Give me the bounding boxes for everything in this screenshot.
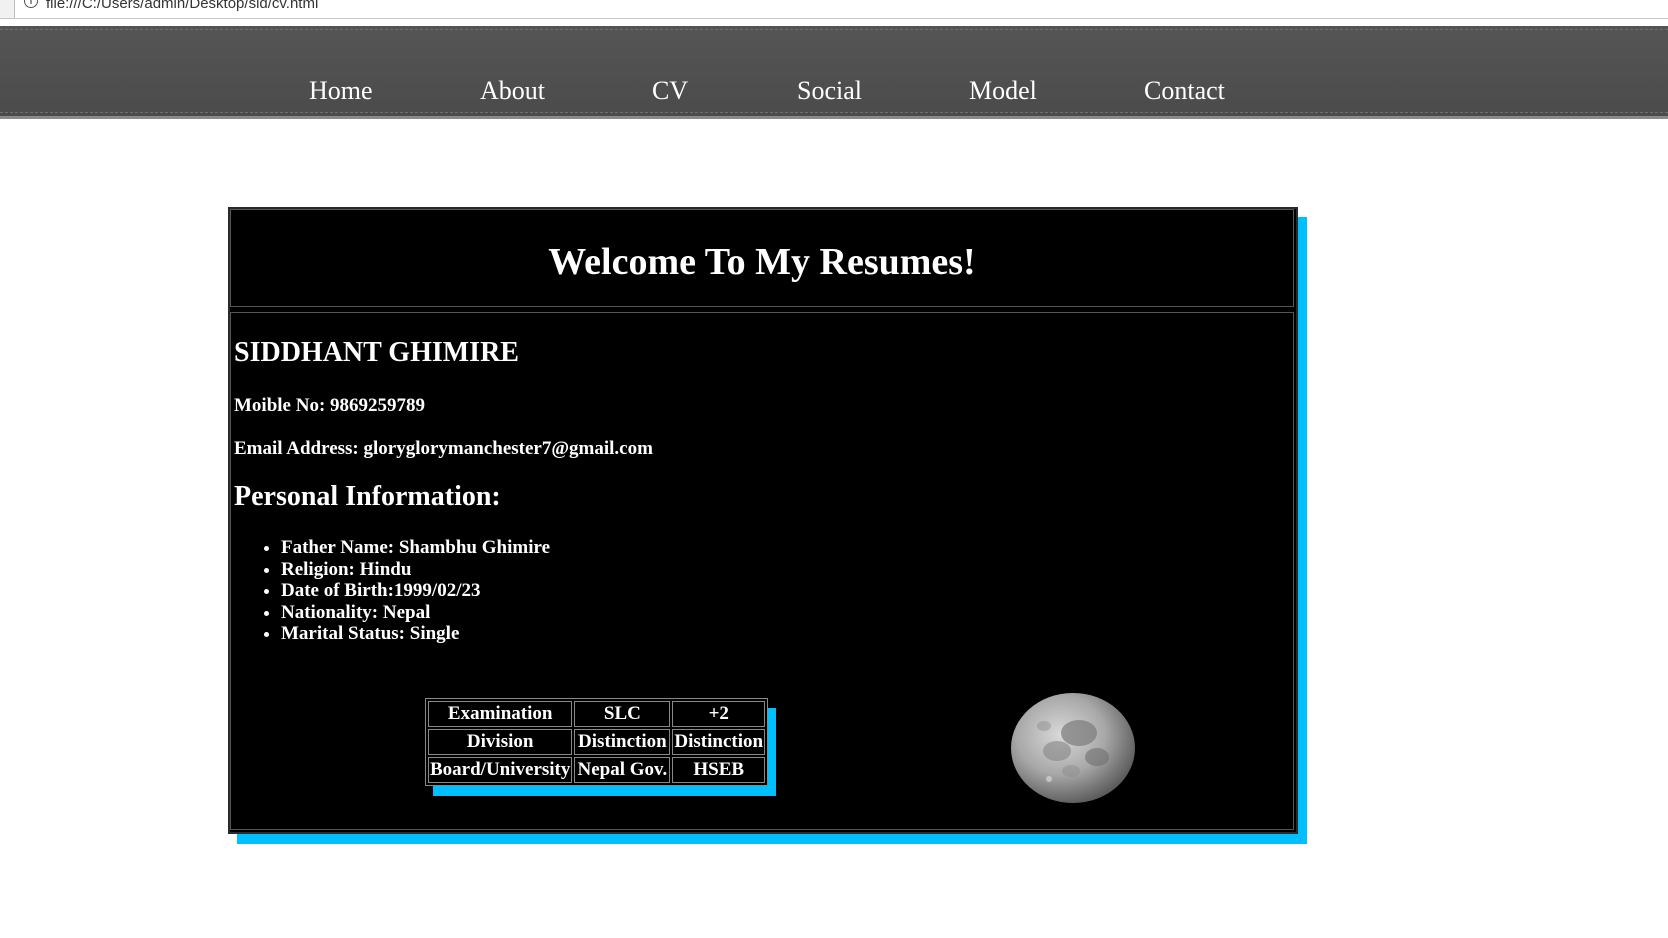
list-item: Marital Status: Single <box>281 623 550 645</box>
table-cell: Distinction <box>672 729 766 755</box>
list-item: Date of Birth:1999/02/23 <box>281 580 550 602</box>
nav-home-link[interactable]: Home <box>309 76 373 106</box>
table-cell: Nepal Gov. <box>574 757 671 783</box>
list-item: Religion: Hindu <box>281 559 550 581</box>
table-cell: Distinction <box>574 729 671 755</box>
person-name: SIDDHANT GHIMIRE <box>234 337 519 368</box>
list-item: Nationality: Nepal <box>281 602 550 624</box>
table-cell: Board/University <box>428 757 573 783</box>
resume-panel: Welcome To My Resumes! SIDDHANT GHIMIRE … <box>228 207 1298 834</box>
table-cell: +2 <box>672 701 766 727</box>
browser-address-bar[interactable]: i file:///C:/Users/admin/Desktop/sid/cv.… <box>0 0 1668 19</box>
table-cell: HSEB <box>672 757 766 783</box>
page-title: Welcome To My Resumes! <box>548 241 976 283</box>
table-row: Examination SLC +2 <box>428 701 766 727</box>
nav-contact-link[interactable]: Contact <box>1144 76 1225 106</box>
address-bar-edge <box>0 0 15 18</box>
nav-about-link[interactable]: About <box>480 76 545 106</box>
table-cell: Division <box>428 729 573 755</box>
url-text[interactable]: file:///C:/Users/admin/Desktop/sid/cv.ht… <box>46 0 318 12</box>
nav-social-link[interactable]: Social <box>797 76 862 106</box>
moon-image <box>1011 693 1135 803</box>
info-icon[interactable]: i <box>24 0 38 8</box>
navigation-bar: Home About CV Social Model Contact <box>0 26 1668 119</box>
table-cell: Examination <box>428 701 573 727</box>
resume-body: SIDDHANT GHIMIRE Moible No: 9869259789 E… <box>230 312 1294 830</box>
personal-info-heading: Personal Information: <box>234 481 501 512</box>
email-address: Email Address: gloryglorymanchester7@gma… <box>234 438 653 459</box>
resume-header: Welcome To My Resumes! <box>230 209 1294 307</box>
mobile-number: Moible No: 9869259789 <box>234 395 426 416</box>
list-item: Father Name: Shambhu Ghimire <box>281 537 550 559</box>
nav-cv-link[interactable]: CV <box>652 76 688 106</box>
nav-model-link[interactable]: Model <box>969 76 1037 106</box>
personal-info-list: Father Name: Shambhu Ghimire Religion: H… <box>234 537 550 645</box>
table-row: Division Distinction Distinction <box>428 729 766 755</box>
table-row: Board/University Nepal Gov. HSEB <box>428 757 766 783</box>
exam-table-wrapper: Examination SLC +2 Division Distinction … <box>425 698 769 786</box>
table-cell: SLC <box>574 701 671 727</box>
exam-table: Examination SLC +2 Division Distinction … <box>425 698 769 786</box>
